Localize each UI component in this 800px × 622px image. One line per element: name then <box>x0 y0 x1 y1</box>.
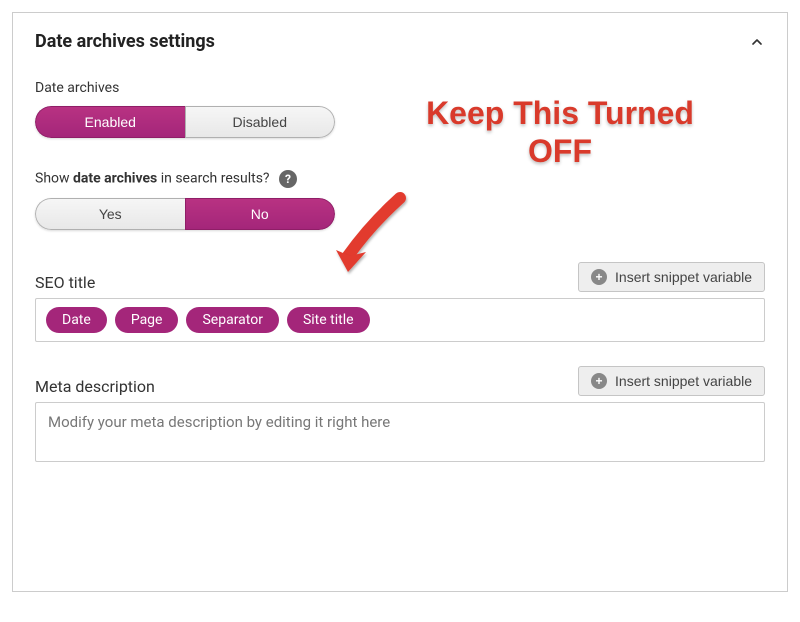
date-archives-label: Date archives <box>35 80 765 96</box>
date-archives-enabled-button[interactable]: Enabled <box>35 106 185 138</box>
seo-title-header: SEO title + Insert snippet variable <box>35 262 765 292</box>
plus-circle-icon: + <box>591 269 607 285</box>
seo-title-insert-snippet-button[interactable]: + Insert snippet variable <box>578 262 765 292</box>
meta-description-header: Meta description + Insert snippet variab… <box>35 366 765 396</box>
meta-description-insert-snippet-button[interactable]: + Insert snippet variable <box>578 366 765 396</box>
date-archives-disabled-button[interactable]: Disabled <box>185 106 336 138</box>
show-in-search-yes-button[interactable]: Yes <box>35 198 185 230</box>
panel-header: Date archives settings <box>35 31 765 52</box>
meta-description-input[interactable]: Modify your meta description by editing … <box>35 402 765 462</box>
snippet-pill-page[interactable]: Page <box>115 307 179 333</box>
show-in-search-toggle: Yes No <box>35 198 335 230</box>
snippet-pill-site-title[interactable]: Site title <box>287 307 370 333</box>
collapse-caret-icon[interactable] <box>749 34 765 50</box>
plus-circle-icon: + <box>591 373 607 389</box>
help-icon[interactable]: ? <box>279 170 297 188</box>
date-archives-toggle: Enabled Disabled <box>35 106 335 138</box>
seo-title-input[interactable]: Date Page Separator Site title <box>35 298 765 342</box>
seo-title-label: SEO title <box>35 273 95 292</box>
snippet-pill-date[interactable]: Date <box>46 307 107 333</box>
date-archives-settings-panel: Date archives settings Date archives Ena… <box>12 12 788 592</box>
show-in-search-label: Show date archives in search results? ? <box>35 170 765 188</box>
snippet-pill-separator[interactable]: Separator <box>186 307 278 333</box>
meta-description-placeholder: Modify your meta description by editing … <box>48 413 390 431</box>
show-in-search-no-button[interactable]: No <box>185 198 336 230</box>
meta-description-label: Meta description <box>35 377 155 396</box>
panel-title: Date archives settings <box>35 31 215 52</box>
